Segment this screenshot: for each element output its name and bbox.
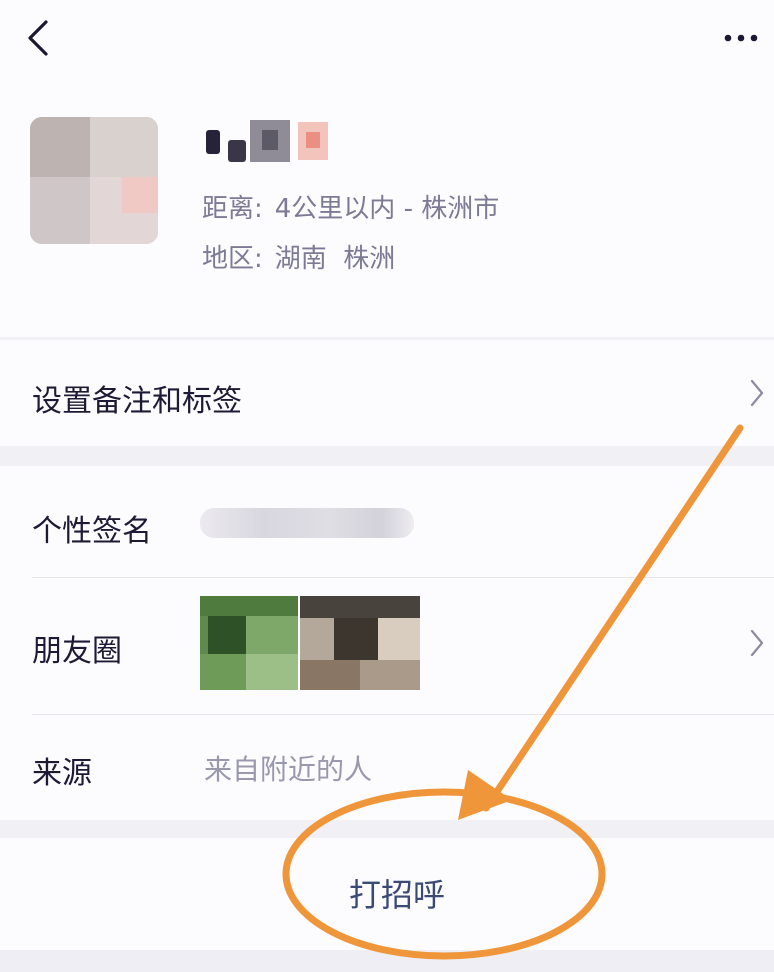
more-dots-icon <box>724 34 758 42</box>
moments-thumbnail[interactable] <box>200 596 298 690</box>
region-label: 地区: <box>202 244 263 274</box>
profile-header: 距离: 4公里以内 - 株洲市 地区: 湖南 株洲 <box>0 0 774 337</box>
greet-card: 打招呼 <box>0 838 774 950</box>
chevron-right-icon <box>750 629 764 657</box>
moments-chevron <box>748 628 766 658</box>
distance-info: 距离: 4公里以内 - 株洲市 <box>202 188 499 225</box>
remark-chevron <box>748 378 766 408</box>
signature-label: 个性签名 <box>32 514 152 549</box>
moments-thumbnail[interactable] <box>300 596 420 690</box>
signature-value-blurred <box>200 508 414 538</box>
distance-value: 4公里以内 - 株洲市 <box>274 194 500 224</box>
bottom-spacer <box>0 950 774 972</box>
divider <box>32 577 774 578</box>
avatar[interactable] <box>30 117 158 244</box>
more-button[interactable] <box>718 20 764 50</box>
nickname-blurred <box>200 118 340 164</box>
avatar-pixel <box>90 117 158 177</box>
moments-label: 朋友圈 <box>32 634 122 669</box>
avatar-pixel <box>30 177 90 244</box>
region-value: 湖南 株洲 <box>274 244 396 274</box>
avatar-pixel <box>30 117 90 177</box>
divider <box>32 714 774 715</box>
region-info: 地区: 湖南 株洲 <box>202 238 395 275</box>
source-label: 来源 <box>32 756 92 791</box>
distance-label: 距离: <box>202 194 263 224</box>
greet-button[interactable]: 打招呼 <box>322 870 472 920</box>
chevron-left-icon <box>28 20 48 56</box>
chevron-right-icon <box>750 379 764 407</box>
back-button[interactable] <box>22 18 58 58</box>
source-value: 来自附近的人 <box>204 753 373 786</box>
avatar-pixel <box>122 177 158 213</box>
remark-tags-label: 设置备注和标签 <box>32 384 242 419</box>
remark-tags-row[interactable]: 设置备注和标签 <box>0 340 774 446</box>
